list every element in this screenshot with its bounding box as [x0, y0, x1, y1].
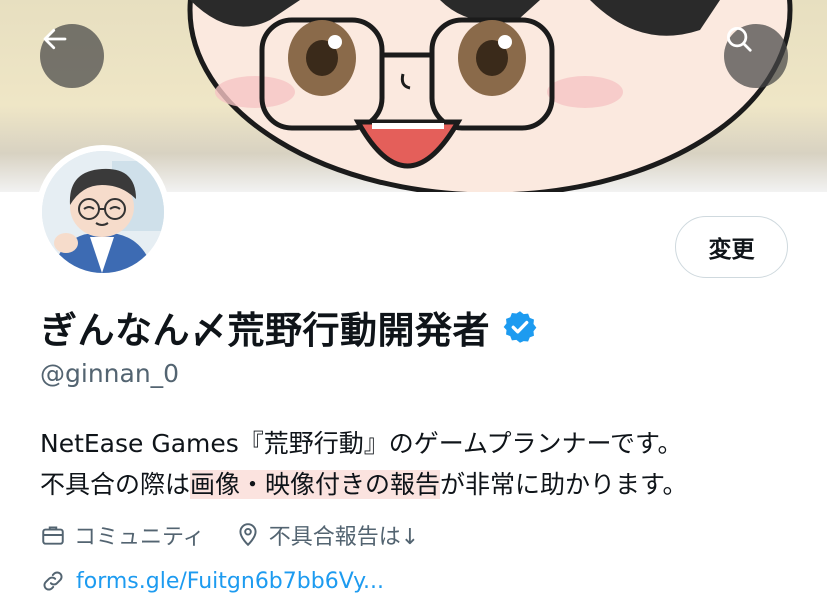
bio-line-2: 不具合の際は画像・映像付きの報告が非常に助かります。	[40, 464, 800, 505]
search-button[interactable]	[724, 24, 788, 88]
profile-bio: NetEase Games『荒野行動』のゲームプランナーです。 不具合の際は画像…	[40, 423, 800, 505]
profile-link[interactable]: forms.gle/Fuitgn6b7bb6Vy...	[40, 568, 384, 594]
avatar[interactable]	[36, 145, 170, 279]
link-icon	[43, 571, 63, 591]
location-label: 不具合報告は↓	[268, 525, 420, 550]
category-item: コミュニティ	[40, 519, 205, 551]
bio-line-1: NetEase Games『荒野行動』のゲームプランナーです。	[40, 429, 683, 458]
bio-highlight: 画像・映像付きの報告	[190, 470, 441, 499]
bio-text: 不具合の際は	[40, 470, 191, 499]
edit-profile-button[interactable]: 変更	[675, 216, 788, 278]
location-item: 不具合報告は↓	[235, 519, 419, 551]
handle: @ginnan_0	[40, 359, 180, 388]
verified-badge-icon	[502, 309, 538, 345]
profile-meta: コミュニティ 不具合報告は↓	[40, 519, 449, 551]
name-row: ぎんなん〆荒野行動開発者	[40, 300, 538, 354]
search-icon	[727, 27, 752, 52]
arrow-left-icon	[43, 28, 67, 50]
back-button[interactable]	[40, 24, 104, 88]
bio-text: が非常に助かります。	[440, 470, 688, 499]
category-label: コミュニティ	[74, 525, 205, 550]
briefcase-icon	[42, 526, 64, 545]
display-name: ぎんなん〆荒野行動開発者	[40, 309, 490, 352]
avatar-image	[42, 151, 164, 273]
profile-link-text[interactable]: forms.gle/Fuitgn6b7bb6Vy...	[76, 569, 384, 594]
location-pin-icon	[239, 523, 257, 547]
